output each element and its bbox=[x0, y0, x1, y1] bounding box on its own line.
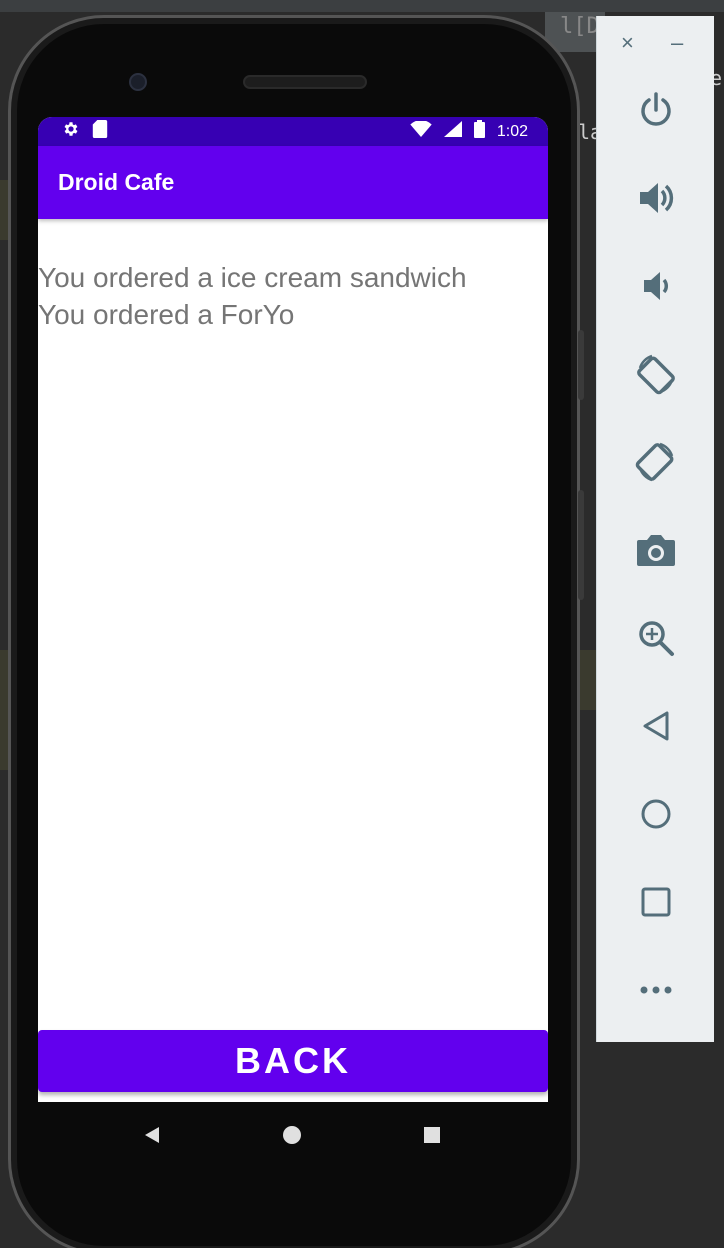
ide-gutter-mark bbox=[0, 180, 8, 240]
wifi-icon bbox=[410, 120, 432, 142]
battery-icon bbox=[473, 120, 485, 143]
phone-screen: 1:02 Droid Cafe You ordered a ice cream … bbox=[38, 117, 548, 1102]
order-content: You ordered a ice cream sandwich You ord… bbox=[38, 219, 548, 333]
phone-side-button bbox=[578, 330, 584, 400]
recents-square-icon[interactable] bbox=[412, 1115, 452, 1155]
power-icon[interactable] bbox=[626, 80, 686, 140]
order-line: You ordered a ForYo bbox=[38, 299, 295, 330]
rotate-left-icon[interactable] bbox=[626, 344, 686, 404]
camera-icon[interactable] bbox=[626, 520, 686, 580]
emulator-controls-panel: × – bbox=[596, 16, 714, 1042]
home-circle-icon[interactable] bbox=[272, 1115, 312, 1155]
status-time: 1:02 bbox=[496, 122, 528, 140]
ide-gutter-mark bbox=[0, 650, 8, 770]
more-icon[interactable] bbox=[626, 960, 686, 1020]
settings-icon bbox=[62, 120, 80, 143]
earpiece-speaker bbox=[243, 75, 367, 89]
phone-side-button bbox=[578, 490, 584, 600]
volume-up-icon[interactable] bbox=[626, 168, 686, 228]
app-title: Droid Cafe bbox=[58, 169, 175, 195]
overview-icon[interactable] bbox=[626, 872, 686, 932]
back-icon[interactable] bbox=[626, 696, 686, 756]
minimize-icon[interactable]: – bbox=[671, 30, 683, 56]
signal-icon bbox=[443, 121, 462, 142]
system-nav-bar bbox=[38, 1115, 548, 1155]
close-icon[interactable]: × bbox=[621, 30, 634, 56]
panel-header: × – bbox=[597, 16, 714, 72]
rotate-right-icon[interactable] bbox=[626, 432, 686, 492]
front-camera bbox=[129, 73, 147, 91]
zoom-icon[interactable] bbox=[626, 608, 686, 668]
back-triangle-icon[interactable] bbox=[132, 1115, 172, 1155]
home-icon[interactable] bbox=[626, 784, 686, 844]
emulator-stage: l[Dr la e 1:02 Droid Cafe You ordered a … bbox=[0, 0, 724, 1248]
ide-menu-strip bbox=[0, 0, 724, 12]
status-bar: 1:02 bbox=[38, 117, 548, 146]
app-bar: Droid Cafe bbox=[38, 146, 548, 219]
order-line: You ordered a ice cream sandwich bbox=[38, 262, 467, 293]
volume-down-icon[interactable] bbox=[626, 256, 686, 316]
back-button[interactable]: BACK bbox=[38, 1030, 548, 1092]
sd-card-icon bbox=[92, 120, 108, 143]
